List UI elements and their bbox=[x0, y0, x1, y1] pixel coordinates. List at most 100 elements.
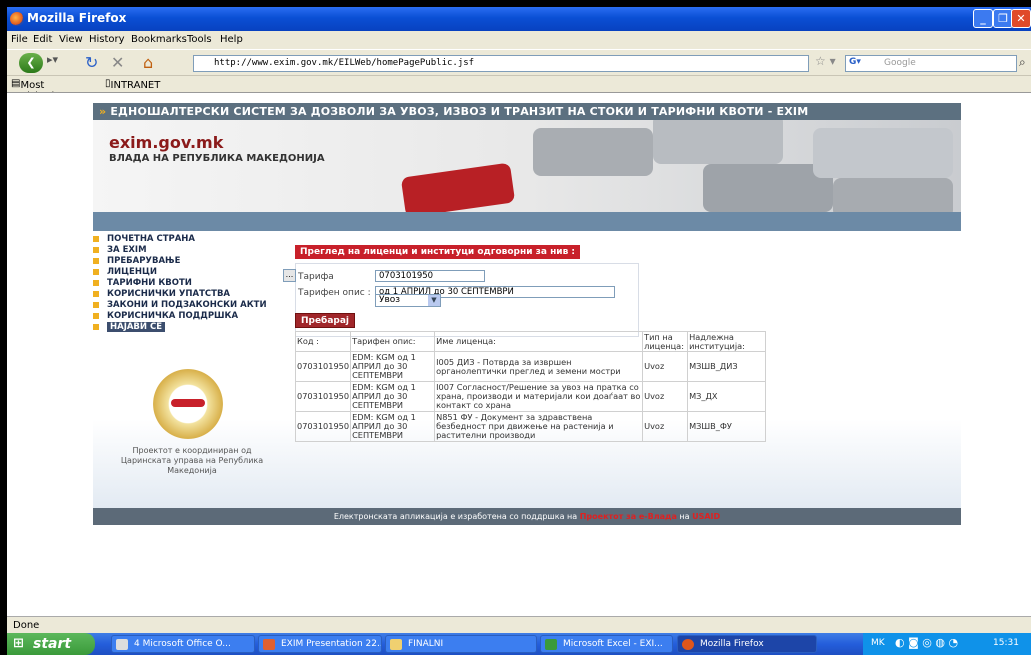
usaid-link[interactable]: USAID bbox=[692, 512, 720, 521]
cell-license-name: I007 Согласност/Решение за увоз на пратк… bbox=[434, 381, 644, 412]
stop-icon[interactable]: ✕ bbox=[111, 53, 124, 72]
site-footer: Електронската апликација е изработена со… bbox=[93, 508, 961, 525]
taskbar-item-presentation[interactable]: EXIM Presentation 22... bbox=[258, 635, 382, 653]
menu-edit[interactable]: Edit bbox=[33, 34, 52, 45]
menu-help[interactable]: Help bbox=[220, 34, 243, 45]
navigation-toolbar: ❮ ▸▾ ↻ ✕ ⌂ http://www.exim.gov.mk/EILWeb… bbox=[7, 49, 1031, 75]
system-tray: MK ◐ ◙ ◎ ◍ ◔ 15:31 bbox=[863, 633, 1031, 655]
tariff-desc-label: Тарифен опис : bbox=[298, 288, 371, 298]
taskbar-item-excel[interactable]: Microsoft Excel - EXI... bbox=[540, 635, 673, 653]
cell-tariff-desc: EDM: KGM од 1 АПРИЛ до 30 СЕПТЕМВРИ bbox=[350, 411, 436, 442]
cell-institution: МЗШВ_ФУ bbox=[687, 411, 767, 442]
search-box[interactable]: G▾ Google bbox=[845, 55, 1017, 72]
taskbar: ⊞ start 4 Microsoft Office O... EXIM Pre… bbox=[7, 633, 1031, 655]
excel-icon bbox=[545, 639, 557, 650]
nav-about[interactable]: ЗА EXIM bbox=[93, 245, 283, 256]
cell-license-type: Uvoz bbox=[642, 381, 689, 412]
bookmark-intranet[interactable]: ▯ INTRANET CURM bbox=[105, 78, 160, 102]
url-text: http://www.exim.gov.mk/EILWeb/homePagePu… bbox=[214, 58, 475, 68]
footer-text: Електронската апликација е изработена со… bbox=[333, 512, 578, 521]
cell-institution: МЗШВ_ДИЗ bbox=[687, 351, 767, 382]
nav-tariff-quotas[interactable]: ТАРИФНИ КВОТИ bbox=[93, 278, 283, 289]
puzzle-piece-red bbox=[400, 162, 516, 212]
magnifier-icon[interactable]: ⌕ bbox=[1019, 55, 1026, 70]
address-bar[interactable]: http://www.exim.gov.mk/EILWeb/homePagePu… bbox=[193, 55, 809, 72]
firefox-icon bbox=[10, 12, 24, 26]
government-name: ВЛАДА НА РЕПУБЛИКА МАКЕДОНИЈА bbox=[109, 153, 325, 164]
taskbar-item-office[interactable]: 4 Microsoft Office O... bbox=[111, 635, 255, 653]
col-license-name: Име лиценца: bbox=[434, 331, 644, 352]
office-icon bbox=[116, 639, 128, 650]
nav-login[interactable]: НАЈАВИ СЕ bbox=[93, 322, 283, 333]
arrows-icon: » bbox=[99, 105, 107, 118]
windows-logo-icon: ⊞ bbox=[13, 636, 24, 651]
maximize-button[interactable]: ❐ bbox=[993, 9, 1013, 28]
section-title: Преглед на лиценци и институци одговорни… bbox=[295, 245, 581, 259]
nav-divider-bar bbox=[93, 212, 961, 231]
firefox-icon bbox=[682, 639, 694, 650]
tariff-input[interactable]: 0703101950 bbox=[375, 270, 485, 282]
home-icon[interactable]: ⌂ bbox=[143, 53, 153, 72]
language-indicator[interactable]: MK bbox=[871, 638, 885, 648]
bookmark-most-visited[interactable]: ▤ Most Visited bbox=[11, 78, 54, 102]
site-header-text: ЕДНОШАЛТЕРСКИ СИСТЕМ ЗА ДОЗВОЛИ ЗА УВОЗ,… bbox=[110, 105, 809, 118]
menu-tools[interactable]: Tools bbox=[187, 34, 212, 45]
search-button[interactable]: Пребарај bbox=[295, 313, 355, 328]
nav-support[interactable]: КОРИСНИЧКА ПОДДРШКА bbox=[93, 311, 283, 322]
puzzle-piece-gray bbox=[533, 128, 653, 176]
cell-license-name: I005 ДИЗ - Потврда за извршен органолепт… bbox=[434, 351, 644, 382]
forward-button[interactable]: ▸▾ bbox=[47, 53, 58, 66]
back-button[interactable]: ❮ bbox=[19, 53, 43, 73]
clock: 15:31 bbox=[993, 638, 1019, 648]
nav-home[interactable]: ПОЧЕТНА СТРАНА bbox=[93, 234, 283, 245]
taskbar-item-finalni[interactable]: FINALNI bbox=[385, 635, 537, 653]
cell-license-type: Uvoz bbox=[642, 351, 689, 382]
nav-licenses[interactable]: ЛИЦЕНЦИ bbox=[93, 267, 283, 278]
cell-code: 0703101950 bbox=[294, 411, 352, 442]
start-button[interactable]: ⊞ start bbox=[7, 633, 95, 655]
bookmarks-bar: ▤ Most Visited ▯ INTRANET CURM bbox=[7, 75, 1031, 102]
col-tariff-desc: Тарифен опис: bbox=[350, 331, 436, 352]
egov-link[interactable]: Проектот за е-Влада bbox=[580, 512, 677, 521]
menu-bar: File Edit View History Bookmarks Tools H… bbox=[7, 31, 1031, 49]
col-institution: Надлежна институција: bbox=[687, 331, 767, 352]
col-license-type: Тип на лиценца: bbox=[642, 331, 689, 352]
table-row[interactable]: 0703101950 EDM: KGM од 1 АПРИЛ до 30 СЕП… bbox=[294, 351, 767, 382]
status-text: Done bbox=[13, 620, 40, 631]
nav-laws[interactable]: ЗАКОНИ И ПОДЗАКОНСКИ АКТИ bbox=[93, 300, 283, 311]
firefox-window: Mozilla Firefox _ ❐ ✕ File Edit View His… bbox=[7, 7, 1031, 655]
footer-text-on: на bbox=[679, 512, 690, 521]
reload-icon[interactable]: ↻ bbox=[85, 53, 98, 72]
tray-icons[interactable]: ◐ ◙ ◎ ◍ ◔ bbox=[895, 636, 958, 649]
menu-view[interactable]: View bbox=[59, 34, 83, 45]
google-icon[interactable]: G▾ bbox=[849, 57, 861, 67]
menu-history[interactable]: History bbox=[89, 34, 125, 45]
title-bar[interactable]: Mozilla Firefox _ ❐ ✕ bbox=[7, 7, 1031, 31]
menu-file[interactable]: File bbox=[11, 34, 28, 45]
menu-bookmarks[interactable]: Bookmarks bbox=[131, 34, 187, 45]
table-row[interactable]: 0703101950 EDM: KGM од 1 АПРИЛ до 30 СЕП… bbox=[294, 411, 767, 442]
page-content[interactable]: » ЕДНОШАЛТЕРСКИ СИСТЕМ ЗА ДОЗВОЛИ ЗА УВО… bbox=[7, 92, 1031, 616]
nav-search[interactable]: ПРЕБАРУВАЊЕ bbox=[93, 256, 283, 267]
cell-code: 0703101950 bbox=[294, 351, 352, 382]
license-table: Код : Тарифен опис: Име лиценца: Тип на … bbox=[294, 331, 767, 442]
tariff-browse-button[interactable]: ... bbox=[283, 269, 296, 282]
direction-select[interactable]: Увоз ▼ bbox=[375, 294, 441, 307]
minimize-button[interactable]: _ bbox=[973, 9, 993, 28]
chevron-down-icon[interactable]: ▼ bbox=[428, 295, 440, 306]
folder-icon bbox=[390, 639, 402, 650]
nav-user-guides[interactable]: КОРИСНИЧКИ УПАТСТВА bbox=[93, 289, 283, 300]
status-bar: Done bbox=[7, 616, 1031, 633]
cell-license-type: Uvoz bbox=[642, 411, 689, 442]
direction-value: Увоз bbox=[379, 295, 401, 305]
table-row[interactable]: 0703101950 EDM: KGM од 1 АПРИЛ до 30 СЕП… bbox=[294, 381, 767, 412]
exim-page: » ЕДНОШАЛТЕРСКИ СИСТЕМ ЗА ДОЗВОЛИ ЗА УВО… bbox=[93, 103, 961, 525]
start-label: start bbox=[33, 636, 72, 652]
tariff-label: Тарифа bbox=[298, 272, 334, 282]
table-header-row: Код : Тарифен опис: Име лиценца: Тип на … bbox=[294, 331, 767, 352]
puzzle-piece-gray bbox=[653, 120, 783, 164]
bookmark-star-icon[interactable]: ☆ ▾ bbox=[815, 54, 836, 68]
taskbar-item-firefox[interactable]: Mozilla Firefox bbox=[677, 635, 817, 653]
close-button[interactable]: ✕ bbox=[1011, 9, 1031, 28]
cell-code: 0703101950 bbox=[294, 381, 352, 412]
